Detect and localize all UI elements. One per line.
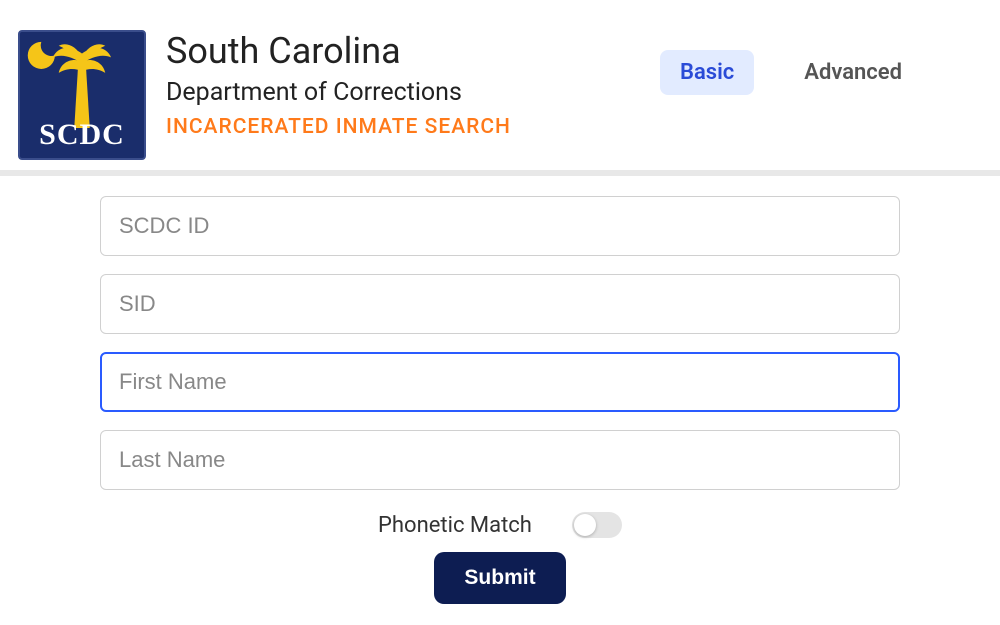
scdc-id-field[interactable]: [100, 196, 900, 256]
logo-abbr: SCDC: [39, 118, 125, 152]
tabs: Basic Advanced: [660, 30, 982, 95]
page-subtitle: Department of Corrections: [166, 78, 640, 107]
last-name-field[interactable]: [100, 430, 900, 490]
submit-button[interactable]: Submit: [434, 552, 565, 604]
submit-row: Submit: [100, 552, 900, 604]
toggle-knob: [574, 514, 596, 536]
search-form: Phonetic Match Submit: [0, 176, 1000, 604]
phonetic-match-toggle[interactable]: [572, 512, 622, 538]
phonetic-match-label: Phonetic Match: [378, 513, 532, 538]
sid-field[interactable]: [100, 274, 900, 334]
tab-basic[interactable]: Basic: [660, 50, 754, 95]
page-title: South Carolina: [166, 32, 640, 72]
tab-advanced[interactable]: Advanced: [784, 50, 922, 95]
title-group: South Carolina Department of Corrections…: [166, 30, 640, 139]
phonetic-match-row: Phonetic Match: [100, 512, 900, 538]
scdc-logo: SCDC: [18, 30, 146, 160]
first-name-field[interactable]: [100, 352, 900, 412]
page-tagline: INCARCERATED INMATE SEARCH: [166, 115, 640, 139]
header: SCDC South Carolina Department of Correc…: [0, 0, 1000, 176]
